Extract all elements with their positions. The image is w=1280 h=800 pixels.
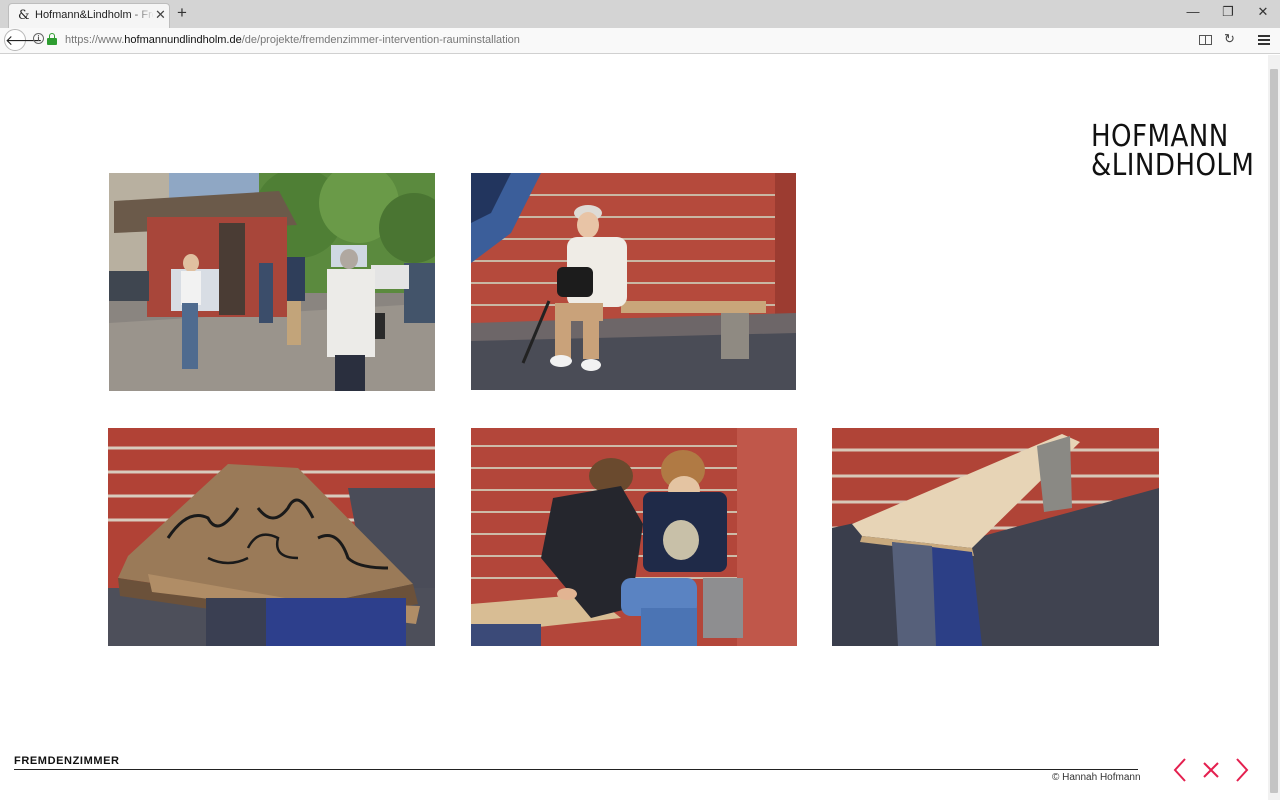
close-window-icon[interactable]: ✕ bbox=[1248, 4, 1278, 20]
url-domain: hofmannundlindholm.de bbox=[124, 34, 242, 46]
site-logo[interactable]: HOFMANN &LINDHOLM bbox=[1091, 119, 1255, 183]
elderly-woman-on-bench-photo[interactable] bbox=[471, 173, 796, 390]
graffiti-bench-photo[interactable] bbox=[108, 428, 435, 646]
lock-icon[interactable] bbox=[47, 33, 57, 45]
logo-line-2: &LINDHOLM bbox=[1091, 148, 1255, 183]
restore-window-icon[interactable]: ❐ bbox=[1213, 4, 1243, 20]
address-bar[interactable]: https://www.hofmannundlindholm.de/de/pro… bbox=[65, 34, 520, 46]
new-bench-photo[interactable] bbox=[832, 428, 1159, 646]
browser-nav-bar: 🡐 i https://www.hofmannundlindholm.de/de… bbox=[0, 28, 1280, 54]
back-arrow-icon[interactable]: 🡐 bbox=[4, 29, 43, 51]
tab-title-fade bbox=[129, 6, 155, 24]
previous-arrow-icon[interactable] bbox=[1172, 757, 1188, 783]
close-x-icon[interactable] bbox=[1201, 757, 1221, 783]
tab-close-icon[interactable]: ✕ bbox=[155, 7, 166, 23]
next-arrow-icon[interactable] bbox=[1234, 757, 1250, 783]
project-title: FREMDENZIMMER bbox=[14, 755, 120, 767]
page-scrollbar[interactable] bbox=[1268, 55, 1280, 800]
url-prefix: https://www. bbox=[65, 34, 125, 46]
minimize-window-icon[interactable]: — bbox=[1178, 4, 1208, 19]
street-scene-kiosk-photo[interactable] bbox=[109, 173, 435, 391]
scrollbar-thumb[interactable] bbox=[1270, 69, 1278, 793]
photo-credit: © Hannah Hofmann bbox=[1052, 772, 1141, 783]
url-path: /de/projekte/fremdenzimmer-intervention-… bbox=[241, 34, 520, 46]
hamburger-menu-icon[interactable] bbox=[1258, 35, 1270, 45]
reader-view-icon[interactable] bbox=[1199, 35, 1212, 45]
site-favicon-icon: & bbox=[18, 8, 30, 23]
browser-tab-bar: & Hofmann&Lindholm - Fremdenzimmer ✕ + —… bbox=[0, 0, 1280, 28]
reload-icon[interactable]: ↻ bbox=[1224, 31, 1235, 47]
footer-divider bbox=[14, 769, 1138, 770]
info-icon[interactable]: i bbox=[33, 33, 44, 44]
browser-tab[interactable]: & Hofmann&Lindholm - Fremdenzimmer ✕ bbox=[8, 3, 170, 28]
boys-on-bench-photo[interactable] bbox=[471, 428, 797, 646]
new-tab-plus-icon[interactable]: + bbox=[177, 4, 187, 22]
logo-line-1: HOFMANN bbox=[1091, 119, 1229, 154]
